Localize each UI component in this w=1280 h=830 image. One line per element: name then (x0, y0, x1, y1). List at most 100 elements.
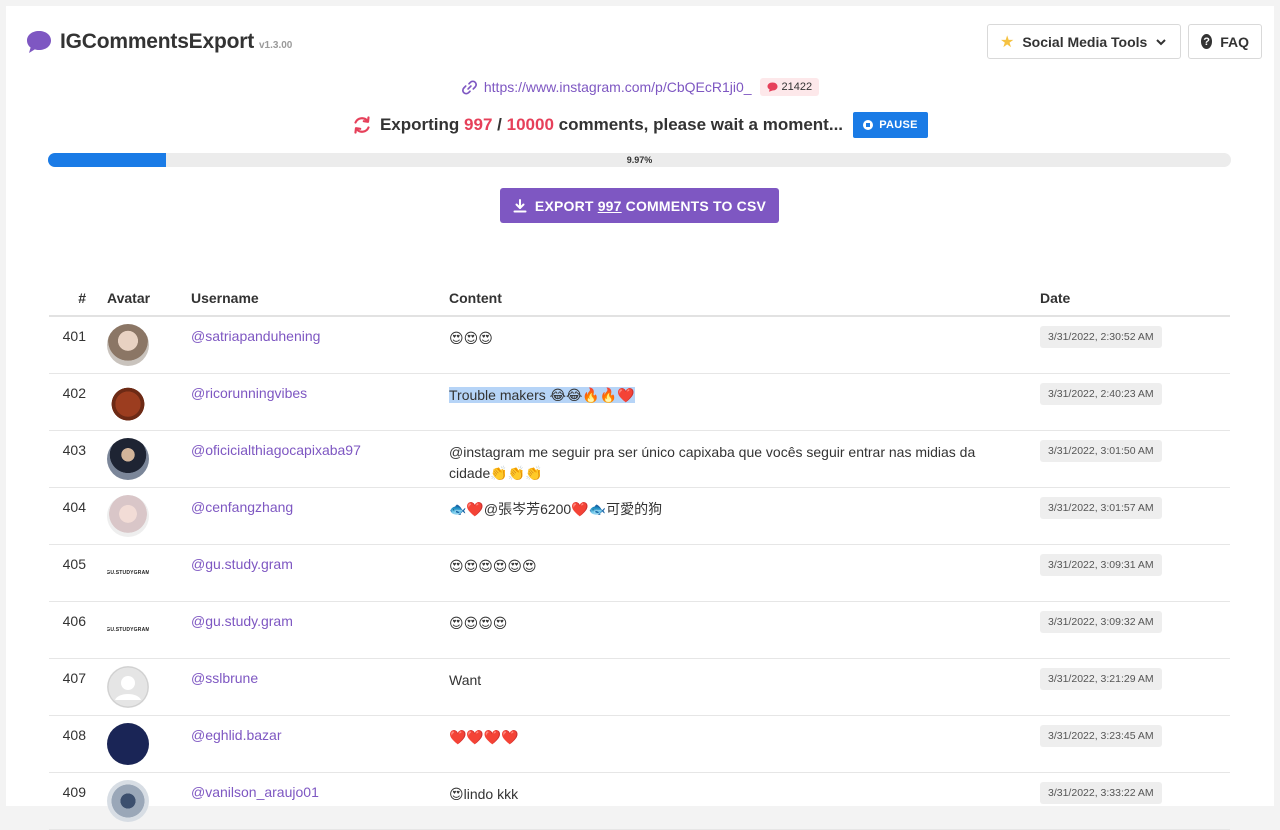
status-total: 10000 (506, 115, 554, 134)
brand: IGCommentsExport v1.3.00 (26, 30, 292, 54)
row-number: 402 (62, 385, 86, 401)
row-number: 408 (62, 727, 86, 743)
comment-date: 3/31/2022, 3:09:31 AM (1040, 554, 1162, 576)
avatar (107, 666, 149, 708)
avatar (107, 780, 149, 822)
comment-date: 3/31/2022, 3:09:32 AM (1040, 611, 1162, 633)
table-row: 408 @eghlid.bazar ❤️❤️❤️❤️ 3/31/2022, 3:… (49, 716, 1230, 773)
username-link[interactable]: @ricorunningvibes (191, 385, 307, 401)
app-version: v1.3.00 (259, 39, 293, 51)
app-name: IGCommentsExport (60, 30, 254, 53)
app-page: IGCommentsExport v1.3.00 ★ Social Media … (6, 6, 1274, 830)
table-row: 405 GU.STUDYGRAM @gu.study.gram 😍😍😍😍😍😍 3… (49, 545, 1230, 602)
table-row: 406 GU.STUDYGRAM @gu.study.gram 😍😍😍😍 3/3… (49, 602, 1230, 659)
comment-content: ❤️❤️❤️❤️ (449, 729, 519, 745)
pause-label: PAUSE (879, 119, 918, 131)
comment-date: 3/31/2022, 2:30:52 AM (1040, 326, 1162, 348)
question-icon: ? (1201, 34, 1213, 49)
row-number: 407 (62, 670, 86, 686)
table-row: 401 @satriapanduhening 😍😍😍 3/31/2022, 2:… (49, 317, 1230, 374)
highlighted-text: Trouble makers 😂😂🔥🔥❤️ (449, 387, 635, 403)
post-url-row: https://www.instagram.com/p/CbQEcR1ji0_ … (6, 78, 1274, 96)
comment-date: 3/31/2022, 3:01:57 AM (1040, 497, 1162, 519)
progress-label: 9.97% (626, 155, 653, 165)
row-number: 403 (62, 442, 86, 458)
download-icon (513, 198, 527, 212)
row-number: 405 (62, 556, 86, 572)
col-date: Date (1040, 290, 1071, 306)
col-username: Username (191, 290, 259, 306)
table-body: 401 @satriapanduhening 😍😍😍 3/31/2022, 2:… (49, 317, 1230, 830)
avatar (107, 723, 149, 765)
comment-count: 21422 (781, 81, 813, 93)
username-link[interactable]: @cenfangzhang (191, 499, 293, 515)
username-link[interactable]: @sslbrune (191, 670, 258, 686)
row-number: 404 (62, 499, 86, 515)
username-link[interactable]: @oficicialthiagocapixaba97 (191, 442, 361, 458)
avatar (107, 324, 149, 366)
col-content: Content (449, 290, 502, 306)
comment-content: Want (449, 672, 482, 688)
faq-button[interactable]: ? FAQ (1188, 24, 1262, 59)
table-row: 409 @vanilson_araujo01 😍lindo kkk 3/31/2… (49, 773, 1230, 830)
export-status-row: Exporting 997 / 10000 comments, please w… (6, 112, 1274, 138)
username-link[interactable]: @vanilson_araujo01 (191, 784, 319, 800)
username-link[interactable]: @satriapanduhening (191, 328, 320, 344)
comment-content: 🐟❤️@張岑芳6200❤️🐟可愛的狗 (449, 501, 663, 517)
export-count: 997 (597, 197, 622, 214)
col-num: # (78, 290, 86, 306)
avatar-brand-text: GU.STUDYGRAM (107, 570, 149, 576)
status-current: 997 (464, 115, 493, 134)
star-icon: ★ (1000, 33, 1015, 51)
table-row: 404 @cenfangzhang 🐟❤️@張岑芳6200❤️🐟可愛的狗 3/3… (49, 488, 1230, 545)
social-media-tools-label: Social Media Tools (1022, 33, 1148, 50)
status-separator: / (497, 115, 502, 134)
username-link[interactable]: @gu.study.gram (191, 613, 293, 629)
default-user-icon (107, 666, 149, 708)
export-progress-bar: 9.97% (48, 153, 1231, 167)
export-suffix: COMMENTS TO CSV (625, 197, 767, 214)
table-row: 403 @oficicialthiagocapixaba97 @instagra… (49, 431, 1230, 488)
export-prefix: EXPORT (534, 197, 594, 214)
table-header: # Avatar Username Content Date (49, 286, 1230, 317)
col-avatar: Avatar (107, 290, 151, 306)
avatar: GU.STUDYGRAM (107, 552, 149, 594)
avatar (107, 381, 149, 423)
avatar (107, 438, 149, 480)
comment-content: 😍😍😍😍😍😍 (449, 558, 537, 574)
chat-bubble-icon (27, 31, 51, 53)
comment-content: 😍😍😍😍 (449, 615, 508, 631)
comment-content: 😍😍😍 (449, 330, 493, 346)
pause-button[interactable]: PAUSE (853, 112, 929, 138)
table-row: 402 @ricorunningvibes Trouble makers 😂😂🔥… (49, 374, 1230, 431)
sync-icon (354, 116, 370, 134)
avatar (107, 495, 149, 537)
chevron-down-icon (1156, 38, 1167, 45)
faq-label: FAQ (1220, 33, 1249, 50)
avatar: GU.STUDYGRAM (107, 609, 149, 651)
row-number: 406 (62, 613, 86, 629)
post-url-link[interactable]: https://www.instagram.com/p/CbQEcR1ji0_ (484, 79, 752, 95)
username-link[interactable]: @gu.study.gram (191, 556, 293, 572)
comment-content: 😍lindo kkk (449, 786, 519, 802)
username-link[interactable]: @eghlid.bazar (191, 727, 282, 743)
row-number: 409 (62, 784, 86, 800)
social-media-tools-button[interactable]: ★ Social Media Tools (987, 24, 1181, 59)
comment-icon (767, 82, 778, 92)
status-prefix: Exporting (379, 115, 460, 134)
comments-table: # Avatar Username Content Date 401 @satr… (49, 286, 1230, 830)
pause-icon (863, 120, 874, 130)
comment-content: Trouble makers 😂😂🔥🔥❤️ (449, 385, 1009, 406)
link-icon (461, 79, 477, 95)
comment-date: 3/31/2022, 3:33:22 AM (1040, 782, 1162, 804)
avatar-brand-text: GU.STUDYGRAM (107, 627, 149, 633)
table-row: 407 @sslbrune Want 3/31/2022, 3:21:29 AM (49, 659, 1230, 716)
comment-date: 3/31/2022, 3:01:50 AM (1040, 440, 1162, 462)
comment-date: 3/31/2022, 3:23:45 AM (1040, 725, 1162, 747)
comment-count-badge: 21422 (759, 78, 820, 96)
comment-date: 3/31/2022, 3:21:29 AM (1040, 668, 1162, 690)
comment-content: @instagram me seguir pra ser único capix… (449, 444, 976, 481)
export-csv-button[interactable]: EXPORT 997 COMMENTS TO CSV (500, 188, 779, 223)
row-number: 401 (62, 328, 86, 344)
export-status-text: Exporting 997 / 10000 comments, please w… (380, 115, 843, 135)
